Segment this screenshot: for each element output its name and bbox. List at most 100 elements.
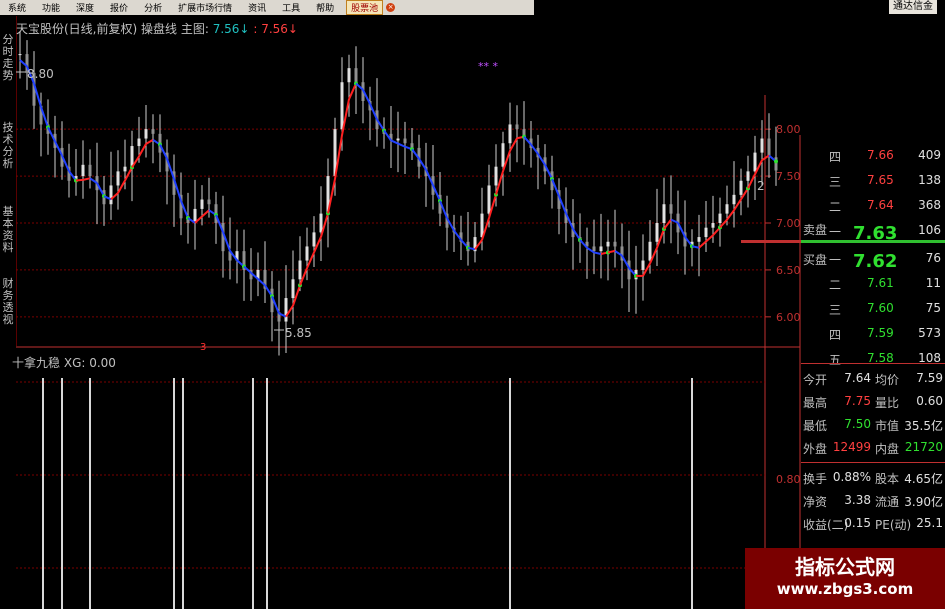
candle-body <box>284 298 288 322</box>
candle-body <box>739 180 743 195</box>
stock-name: 天宝股份(日线,前复权) <box>16 22 138 36</box>
stat-value: 7.75 <box>844 394 871 408</box>
ask-row: 二 7.64 368 <box>801 195 945 215</box>
indicator-value-2: 7.56 <box>261 22 288 36</box>
candle-body <box>109 185 113 205</box>
trend-line-segment <box>593 251 602 256</box>
ask-level-label: 三 <box>829 175 842 189</box>
trend-line-segment <box>390 139 399 145</box>
stat-value: 12499 <box>832 440 871 454</box>
candle-body <box>396 138 400 141</box>
stat-value: 7.64 <box>844 371 871 385</box>
stat-row: 最低 7.50 市值 35.5亿 <box>801 414 945 434</box>
separator: : <box>253 22 258 36</box>
candle-body <box>200 199 204 209</box>
candle-body <box>151 129 155 134</box>
stat-key: 换手 <box>803 472 828 486</box>
stat-row: 净资 3.38 流通 3.90亿 <box>801 490 945 510</box>
stat-row: 换手 0.88% 股本 4.65亿 <box>801 467 945 487</box>
candle-body <box>592 246 596 252</box>
stat-key: 量比 <box>875 396 900 410</box>
stat-key: 外盘 <box>803 442 828 456</box>
bid-ask-divider <box>801 240 945 243</box>
candle-body <box>207 199 211 205</box>
divider <box>801 462 945 463</box>
ask-row: 三 7.65 138 <box>801 170 945 190</box>
candle-body <box>662 204 666 223</box>
stat-key: 股本 <box>875 472 900 486</box>
bid-row: 二 7.61 11 <box>801 273 945 293</box>
stat-value: 4.65亿 <box>904 472 943 486</box>
stat-value: 7.59 <box>916 371 943 385</box>
candle-body <box>606 241 610 247</box>
candle-body <box>760 138 764 153</box>
bid-price: 7.61 <box>867 276 894 290</box>
sub-indicator-value: XG: 0.00 <box>63 356 116 370</box>
candle-body <box>18 54 22 56</box>
bid-ask-divider-red <box>741 240 801 243</box>
bid-price: 7.62 <box>853 251 898 272</box>
price-tick-label: 7.00 <box>776 217 801 230</box>
bid-volume: 76 <box>925 251 941 265</box>
candle-body <box>515 124 519 130</box>
sub-indicator-name: 十拿九稳 <box>12 356 61 370</box>
stat-value: 0.15 <box>844 516 871 530</box>
candle-body <box>130 146 134 167</box>
stat-key: 流通 <box>875 495 900 509</box>
candle-body <box>81 164 85 177</box>
bid-level-label: 五 <box>829 353 842 367</box>
indicator-name: 操盘线 主图: <box>141 22 209 36</box>
candle-body <box>718 213 722 223</box>
watermark-logo: 指标公式网 www.zbgs3.com <box>745 548 945 609</box>
ask-volume: 138 <box>918 173 941 187</box>
bid-level-label: 一 <box>829 253 842 267</box>
candle-body <box>123 166 127 172</box>
stat-value: 21720 <box>904 440 943 454</box>
bid-row: 一 7.62 76 <box>801 248 945 272</box>
candle-body <box>298 260 302 280</box>
candle-body <box>319 213 323 233</box>
bid-price: 7.60 <box>867 301 894 315</box>
stat-key: 均价 <box>875 373 900 387</box>
ask-price: 7.65 <box>867 173 894 187</box>
bottom-marker-label: 3 <box>200 342 206 353</box>
candle-body <box>613 241 617 247</box>
signal-dot <box>774 159 778 164</box>
stat-key: 最低 <box>803 419 828 433</box>
bid-price: 7.59 <box>867 326 894 340</box>
trend-line-segment <box>82 177 91 181</box>
stat-row: 收益(二) 0.15 PE(动) 25.1 <box>801 513 945 533</box>
stat-row: 今开 7.64 均价 7.59 <box>801 368 945 388</box>
stat-key: 最高 <box>803 396 828 410</box>
stat-value: 3.38 <box>844 493 871 507</box>
bid-level-label: 二 <box>829 278 842 292</box>
ask-row: 四 7.66 409 <box>801 145 945 165</box>
bid-volume: 75 <box>925 301 941 315</box>
candle-body <box>487 185 491 214</box>
trend-line-segment <box>348 83 357 100</box>
bid-level-label: 四 <box>829 328 842 342</box>
candle-body <box>116 171 120 186</box>
candle-body <box>732 194 736 205</box>
down-arrow-icon: ↓ <box>239 22 250 36</box>
candle-body <box>494 166 498 186</box>
candle-body <box>410 143 414 148</box>
bid-row: 四 7.59 573 <box>801 323 945 343</box>
candle-body <box>753 152 757 172</box>
candle-body <box>305 246 309 261</box>
candle-body <box>347 68 351 83</box>
trend-line-segment <box>698 240 707 249</box>
candle-body <box>501 143 505 167</box>
candle-body <box>599 246 603 252</box>
stat-key: 今开 <box>803 373 828 387</box>
price-tick-label: 6.50 <box>776 264 801 277</box>
indicator-value-1: 7.56 <box>212 22 240 36</box>
stat-key: 净资 <box>803 495 828 509</box>
ask-price: 7.64 <box>867 198 894 212</box>
candle-body <box>340 82 344 130</box>
candle-body <box>725 204 729 214</box>
candle-body <box>711 223 715 228</box>
candle-body <box>697 237 701 242</box>
stat-value: 35.5亿 <box>904 419 943 433</box>
candle-body <box>655 223 659 242</box>
